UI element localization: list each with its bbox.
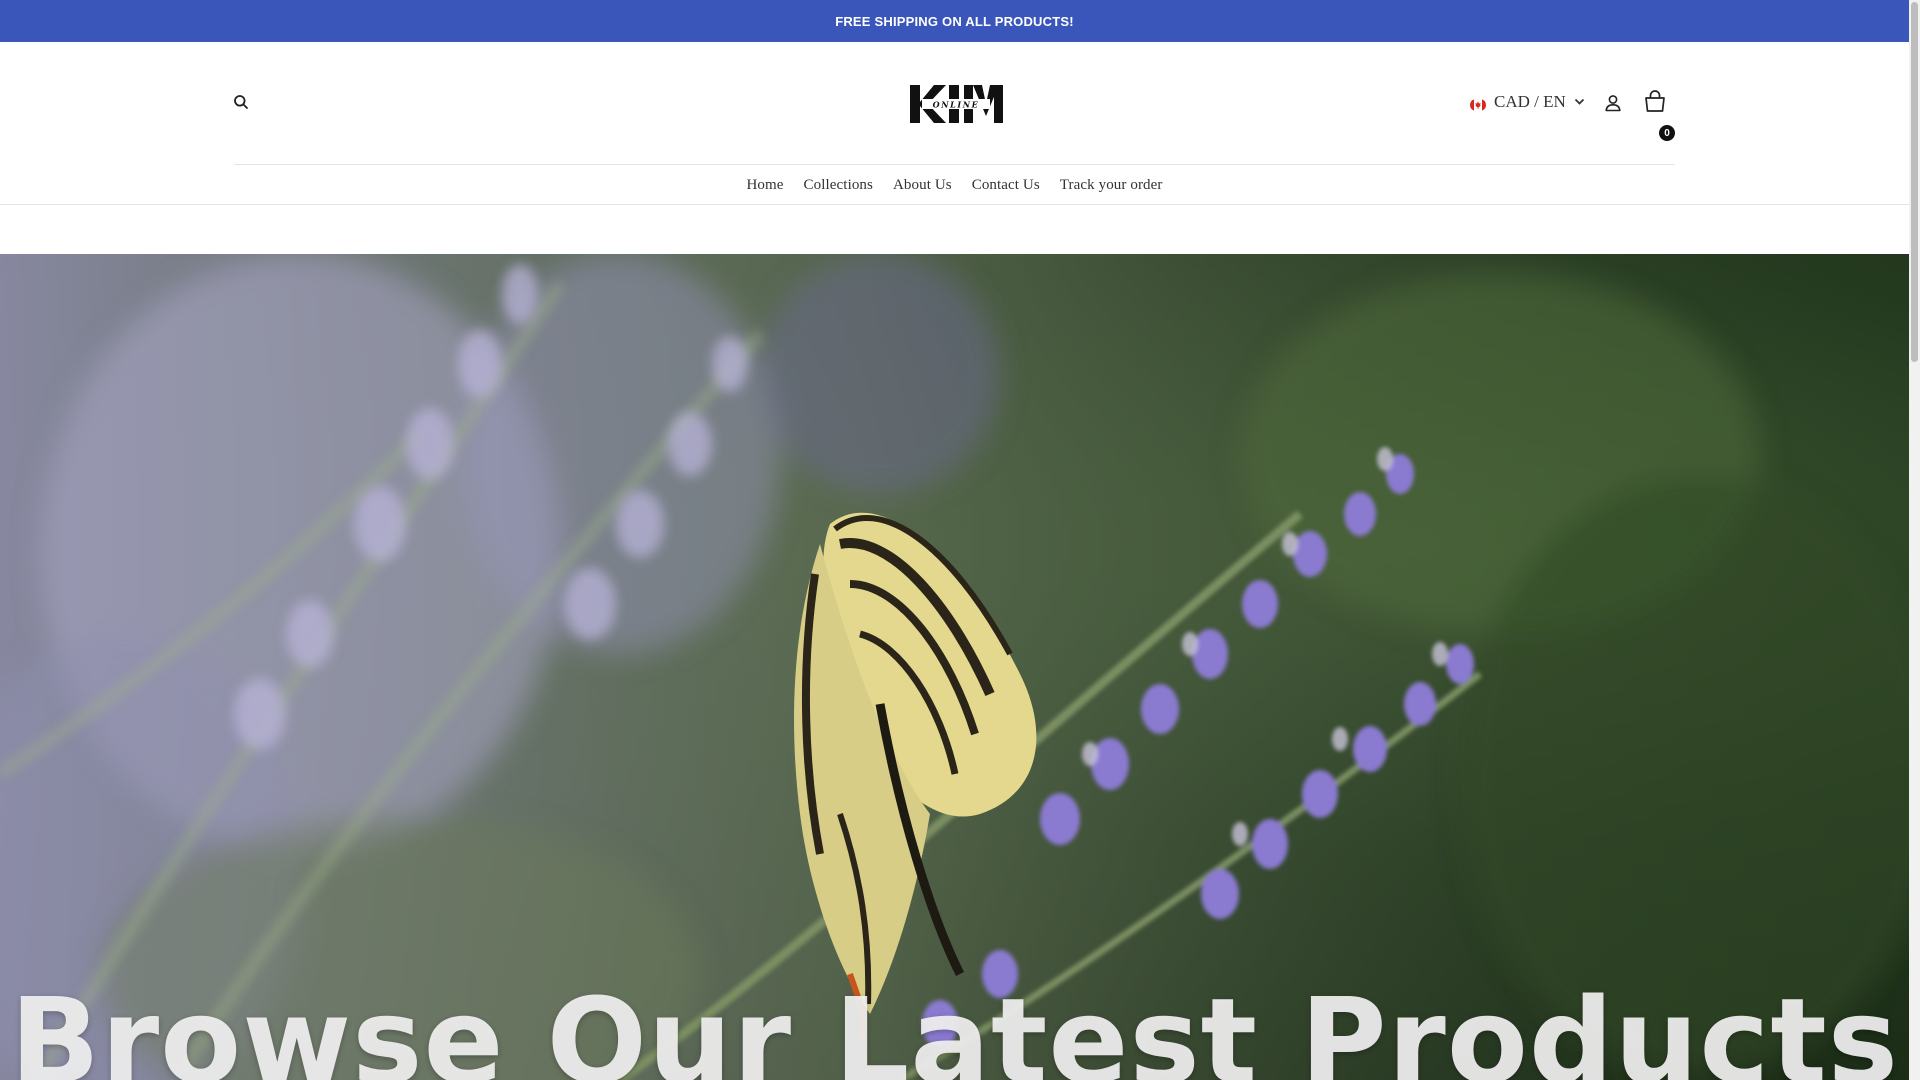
nav-item-collections[interactable]: Collections — [794, 177, 883, 194]
canada-flag-icon — [1470, 96, 1486, 111]
nav-item-track-order[interactable]: Track your order — [1050, 177, 1173, 194]
currency-language-selector[interactable]: CAD / EN — [1470, 91, 1585, 113]
announcement-text: FREE SHIPPING ON ALL PRODUCTS! — [835, 13, 1074, 29]
site-header: ONLINE CAD / EN 0 Home Collections About… — [0, 42, 1909, 205]
nav-item-contact-us[interactable]: Contact Us — [962, 177, 1050, 194]
chevron-down-icon — [1574, 98, 1584, 105]
locale-label: CAD / EN — [1494, 92, 1566, 111]
cart-count-badge: 0 — [1659, 125, 1675, 141]
shopping-bag-icon — [1645, 90, 1665, 112]
page-scrollbar[interactable] — [1909, 0, 1920, 1080]
cart-button[interactable] — [1643, 89, 1667, 115]
nav-item-home[interactable]: Home — [736, 177, 793, 194]
search-button[interactable] — [231, 92, 251, 112]
scrollbar-thumb[interactable] — [1911, 2, 1918, 362]
hero-banner: Browse Our Latest Products — [0, 254, 1909, 1080]
main-navigation: Home Collections About Us Contact Us Tra… — [0, 165, 1909, 205]
announcement-bar: FREE SHIPPING ON ALL PRODUCTS! — [0, 0, 1909, 42]
site-logo[interactable]: ONLINE — [908, 82, 1004, 126]
account-button[interactable] — [1602, 92, 1624, 114]
user-icon — [1605, 95, 1621, 112]
nav-item-about-us[interactable]: About Us — [883, 177, 962, 194]
hero-background-image — [0, 254, 1909, 1080]
hero-title: Browse Our Latest Products — [10, 972, 1899, 1080]
svg-text:ONLINE: ONLINE — [933, 100, 980, 110]
search-icon — [234, 95, 248, 109]
